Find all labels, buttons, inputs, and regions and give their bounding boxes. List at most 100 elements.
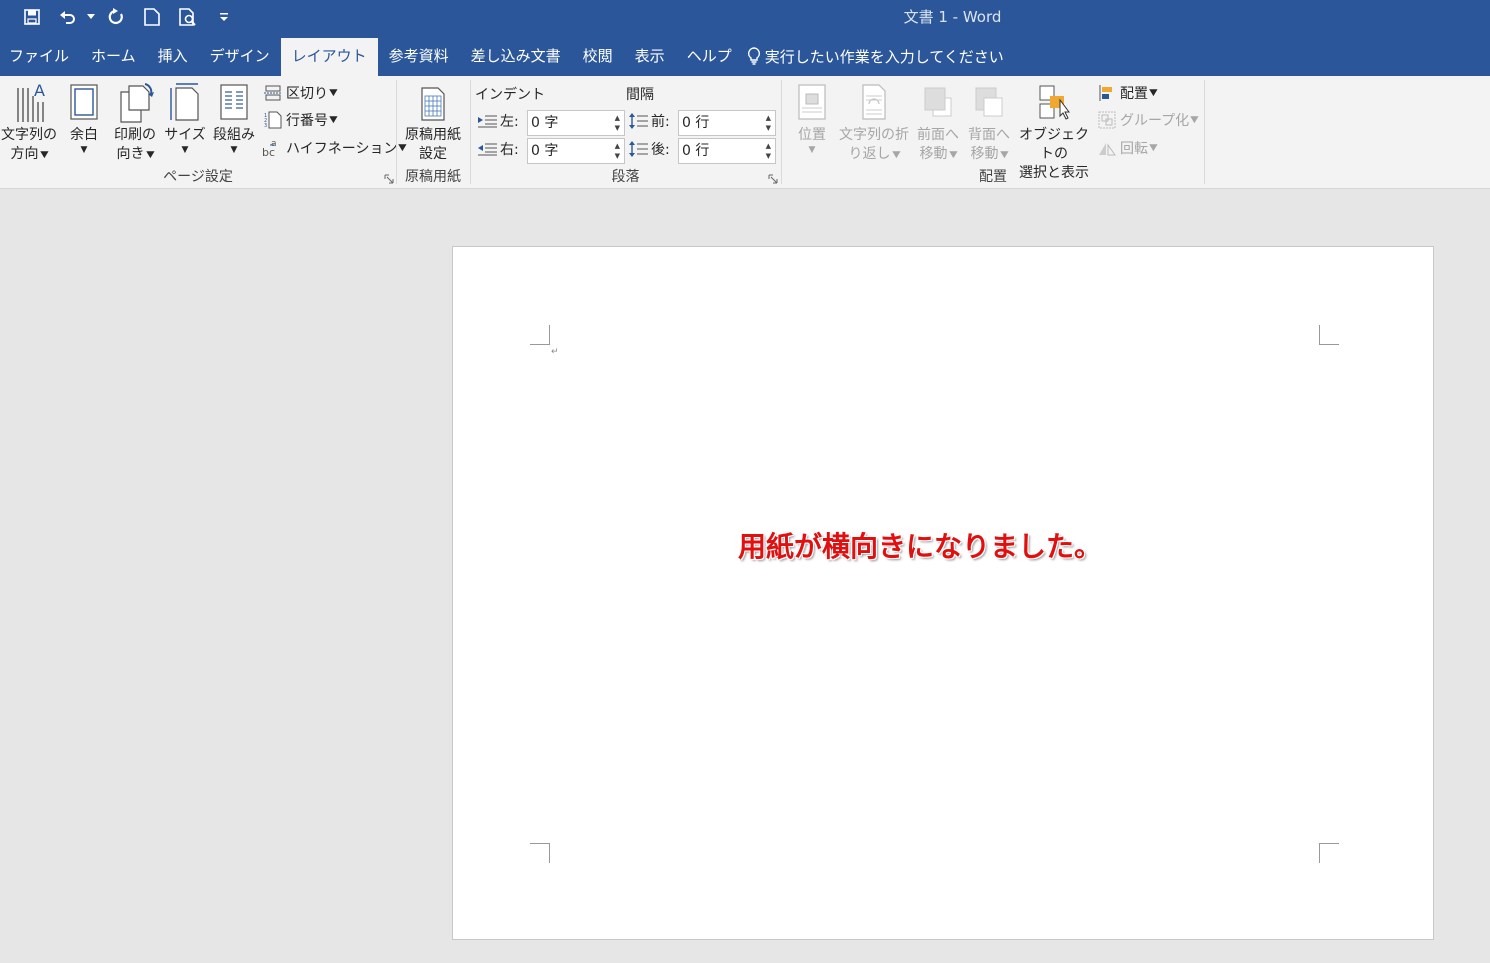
orientation-label-2: 向き bbox=[116, 146, 145, 162]
send-backward-label-2: 移動 bbox=[970, 146, 999, 162]
group-label: グループ化 bbox=[1120, 113, 1190, 129]
paragraph-group-label: 段落 bbox=[611, 169, 640, 185]
orientation-label-1: 印刷の bbox=[114, 127, 156, 143]
size-label: サイズ bbox=[164, 127, 206, 143]
chevron-down-icon: ▼ bbox=[181, 145, 189, 155]
chevron-down-icon: ▼ bbox=[891, 150, 901, 160]
document-page[interactable]: ↵ 用紙が横向きになりました。 bbox=[452, 246, 1434, 940]
rotate-button[interactable]: 回転 ▼ bbox=[1098, 137, 1158, 159]
position-button[interactable]: 位置 ▼ bbox=[790, 82, 834, 155]
indent-right-input[interactable]: 0 字 ▲ ▼ bbox=[527, 138, 625, 164]
chevron-down-icon: ▼ bbox=[808, 145, 816, 155]
tab-design[interactable]: デザイン bbox=[199, 36, 281, 76]
text-direction-button[interactable]: A 文字列の 方向▼ bbox=[0, 82, 58, 165]
chevron-down-icon: ▼ bbox=[999, 150, 1009, 160]
crop-mark-top-left bbox=[530, 325, 550, 345]
bring-forward-label-1: 前面へ bbox=[917, 127, 959, 143]
position-label: 位置 bbox=[798, 127, 826, 143]
spacing-before-icon bbox=[629, 113, 648, 129]
align-button[interactable]: 配置 ▼ bbox=[1098, 82, 1158, 104]
columns-button[interactable]: 段組み ▼ bbox=[210, 82, 258, 155]
paragraph-mark: ↵ bbox=[551, 347, 559, 357]
tab-layout[interactable]: レイアウト bbox=[280, 38, 378, 76]
chevron-down-icon: ▼ bbox=[329, 88, 338, 98]
wrap-text-label-1: 文字列の折 bbox=[839, 127, 909, 143]
tell-me-text: 実行したい作業を入力してください bbox=[764, 47, 1004, 66]
spacing-before-label: 前: bbox=[628, 111, 670, 131]
title-bar: 文書 1 - Word bbox=[0, 0, 1490, 36]
chevron-down-icon: ▼ bbox=[145, 150, 155, 160]
crop-mark-bottom-left bbox=[530, 843, 550, 863]
wrap-text-button[interactable]: 文字列の折 り返し▼ bbox=[836, 82, 912, 165]
ribbon-tabs: ファイル ホーム 挿入 デザイン レイアウト 参考資料 差し込み文書 校閲 表示… bbox=[0, 36, 1490, 76]
indent-left-label: 左: bbox=[477, 111, 519, 131]
paragraph-dialog-launcher-icon[interactable] bbox=[768, 174, 778, 184]
tab-review[interactable]: 校閲 bbox=[572, 36, 624, 76]
rotate-label: 回転 bbox=[1120, 141, 1148, 157]
chevron-down-icon: ▼ bbox=[1190, 115, 1199, 125]
chevron-down-icon: ▼ bbox=[39, 150, 49, 160]
spinner-arrows-icon[interactable]: ▲ ▼ bbox=[766, 113, 771, 133]
arrange-group: 位置 ▼ 文字列の折 り返し▼ 前面へ 移動▼ 背面へ 移動▼ オブジェクトの … bbox=[782, 78, 1204, 187]
chevron-down-icon: ▼ bbox=[1149, 143, 1158, 153]
genko-group: 原稿用紙 設定 原稿用紙 bbox=[397, 78, 469, 187]
margins-button[interactable]: 余白 ▼ bbox=[62, 82, 106, 155]
chevron-down-icon: ▼ bbox=[230, 145, 238, 155]
tab-help[interactable]: ヘルプ bbox=[676, 36, 743, 76]
breaks-icon bbox=[264, 85, 282, 101]
tab-home[interactable]: ホーム bbox=[80, 36, 147, 76]
lightbulb-icon bbox=[747, 47, 760, 65]
genko-settings-button[interactable]: 原稿用紙 設定 bbox=[399, 82, 467, 164]
svg-text:A: A bbox=[34, 82, 45, 100]
send-backward-button[interactable]: 背面へ 移動▼ bbox=[964, 82, 1014, 165]
spacing-before-input[interactable]: 0 行 ▲ ▼ bbox=[678, 110, 776, 136]
indent-right-label: 右: bbox=[477, 139, 519, 159]
bring-forward-icon bbox=[914, 82, 962, 126]
paragraph-group: インデント 間隔 左: 0 字 ▲ ▼ 右: 0 字 ▲ ▼ 前: 0 行 ▲ ▼ 後… bbox=[471, 78, 780, 187]
tell-me-box[interactable]: 実行したい作業を入力してください bbox=[747, 36, 1004, 76]
indent-left-input[interactable]: 0 字 ▲ ▼ bbox=[527, 110, 625, 136]
spinner-arrows-icon[interactable]: ▲ ▼ bbox=[615, 113, 620, 133]
chevron-down-icon: ▼ bbox=[1149, 88, 1158, 98]
position-icon bbox=[790, 82, 834, 126]
orientation-button[interactable]: 印刷の 向き▼ bbox=[110, 82, 160, 165]
spacing-title: 間隔 bbox=[626, 87, 654, 103]
crop-mark-top-right bbox=[1319, 325, 1339, 345]
line-numbers-label: 行番号 bbox=[286, 113, 328, 129]
annotation-message: 用紙が横向きになりました。 bbox=[737, 530, 1102, 563]
spacing-after-label: 後: bbox=[628, 139, 670, 159]
chevron-down-icon: ▼ bbox=[948, 150, 958, 160]
tab-view[interactable]: 表示 bbox=[624, 36, 676, 76]
page-setup-group: A 文字列の 方向▼ 余白 ▼ 印刷の 向き▼ サイズ ▼ 段組み ▼ 区切り … bbox=[0, 78, 407, 187]
size-icon bbox=[164, 82, 206, 126]
bring-forward-label-2: 移動 bbox=[919, 146, 948, 162]
tab-mailings[interactable]: 差し込み文書 bbox=[460, 36, 572, 76]
breaks-label: 区切り bbox=[286, 86, 328, 102]
wrap-text-label-2: り返し bbox=[848, 146, 891, 162]
tab-insert[interactable]: 挿入 bbox=[147, 36, 199, 76]
spinner-arrows-icon[interactable]: ▲ ▼ bbox=[615, 141, 620, 161]
align-icon bbox=[1099, 85, 1112, 101]
orientation-icon bbox=[110, 82, 160, 126]
hyphenation-button[interactable]: a bc ハイフネーション ▼ bbox=[262, 137, 407, 159]
spacing-after-input[interactable]: 0 行 ▲ ▼ bbox=[678, 138, 776, 164]
tab-file[interactable]: ファイル bbox=[0, 36, 80, 76]
svg-text:3: 3 bbox=[264, 123, 267, 129]
margins-label: 余白 bbox=[70, 127, 98, 143]
line-numbers-button[interactable]: 123 行番号 ▼ bbox=[264, 109, 338, 131]
genko-group-label: 原稿用紙 bbox=[405, 169, 461, 185]
manuscript-paper-icon bbox=[399, 82, 467, 126]
page-setup-dialog-launcher-icon[interactable] bbox=[384, 174, 394, 184]
group-button[interactable]: グループ化 ▼ bbox=[1098, 109, 1199, 131]
hyphenation-label: ハイフネーション bbox=[286, 141, 398, 157]
window-title: 文書 1 - Word bbox=[903, 8, 1002, 26]
hyphenation-icon: abc bbox=[262, 139, 277, 158]
rotate-icon bbox=[1099, 143, 1116, 156]
text-direction-icon: A bbox=[0, 82, 58, 126]
size-button[interactable]: サイズ ▼ bbox=[164, 82, 206, 155]
arrange-group-label: 配置 bbox=[979, 169, 1007, 185]
breaks-button[interactable]: 区切り ▼ bbox=[264, 82, 338, 104]
spinner-arrows-icon[interactable]: ▲ ▼ bbox=[766, 141, 771, 161]
bring-forward-button[interactable]: 前面へ 移動▼ bbox=[914, 82, 962, 165]
tab-references[interactable]: 参考資料 bbox=[378, 36, 460, 76]
